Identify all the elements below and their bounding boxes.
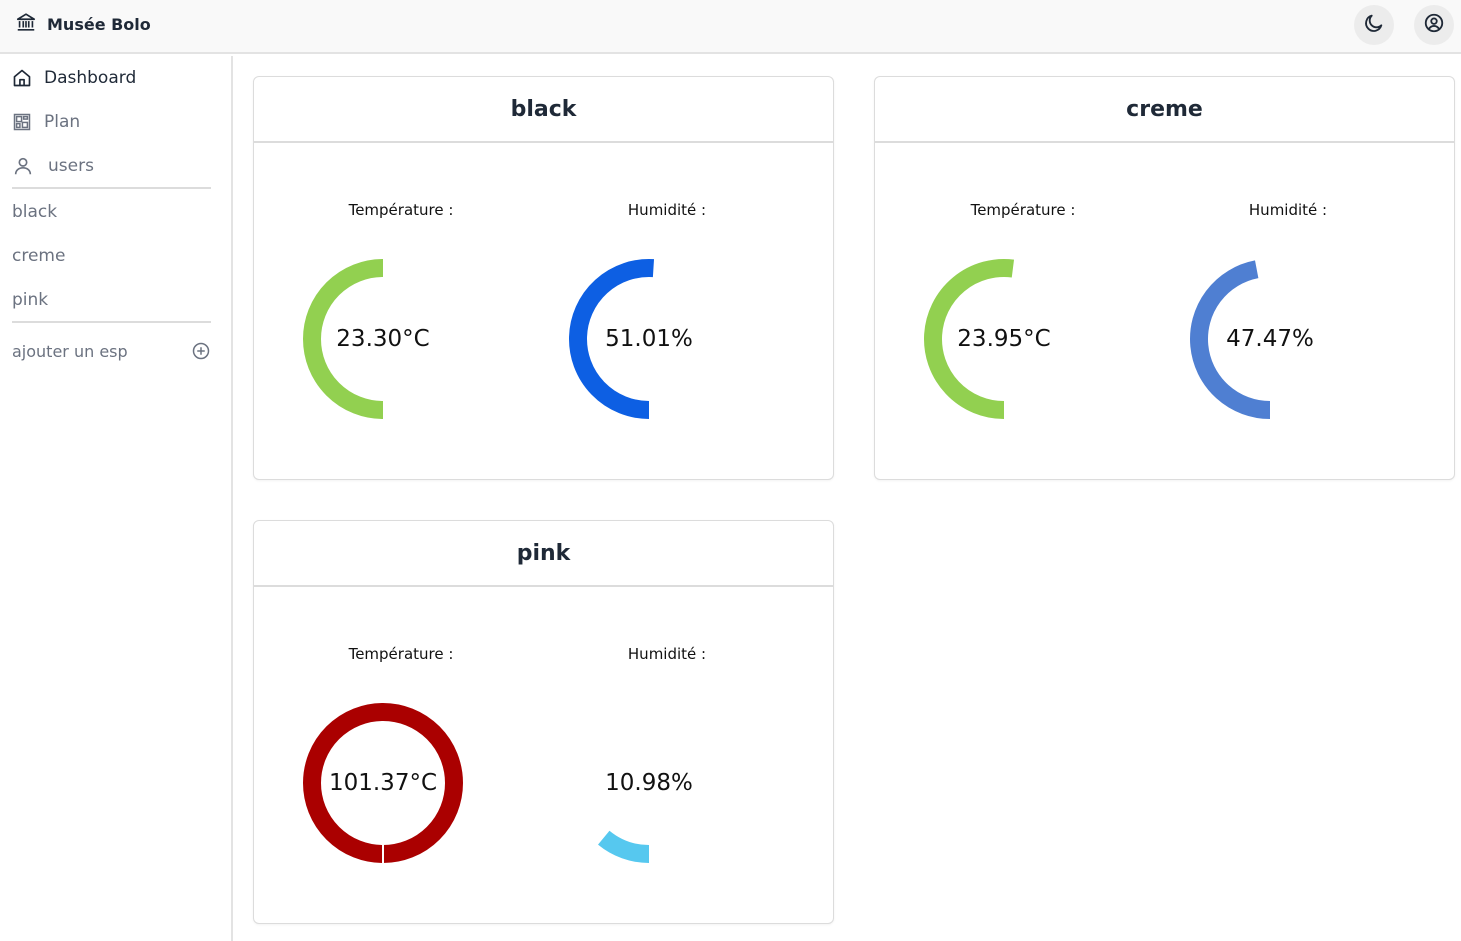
temperature-value: 23.30°C — [336, 326, 430, 352]
add-esp-button[interactable]: ajouter un esp — [12, 338, 211, 364]
sidebar-item-dashboard[interactable]: Dashboard — [12, 63, 136, 93]
museum-icon — [15, 11, 37, 37]
sidebar-item-label: Dashboard — [44, 68, 137, 88]
temperature-gauge: 101.37°C — [302, 702, 464, 864]
card-title: black — [510, 96, 577, 122]
temperature-label: Température : — [348, 645, 454, 663]
sidebar-item-plan[interactable]: Plan — [12, 107, 80, 137]
temperature-label: Température : — [348, 201, 454, 219]
humidity-label: Humidité : — [627, 201, 707, 219]
sidebar-divider — [12, 321, 211, 323]
temperature-label: Température : — [970, 201, 1076, 219]
temperature-gauge: 23.95°C — [923, 258, 1085, 420]
humidity-value: 47.47% — [1226, 326, 1314, 352]
sidebar-item-pink[interactable]: pink — [12, 287, 48, 313]
user-circle-icon — [1423, 12, 1445, 38]
humidity-label: Humidité : — [627, 645, 707, 663]
humidity-gauge: 51.01% — [568, 258, 730, 420]
humidity-value: 10.98% — [605, 770, 693, 796]
sidebar-item-label: Plan — [44, 112, 81, 132]
temperature-value: 23.95°C — [957, 326, 1051, 352]
temperature-gauge: 23.30°C — [302, 258, 464, 420]
moon-icon — [1363, 12, 1385, 38]
floor-plan-icon — [12, 112, 44, 132]
user-icon — [12, 155, 48, 177]
card-header: pink — [254, 521, 833, 587]
top-bar: Musée Bolo — [0, 0, 1461, 54]
card-header: black — [254, 77, 833, 143]
humidity-value: 51.01% — [605, 326, 693, 352]
humidity-gauge: 47.47% — [1189, 258, 1351, 420]
sidebar-item-label: users — [48, 156, 94, 176]
card-title: creme — [1126, 96, 1203, 122]
esp-card-black: black Température : Humidité : 23.30°C 5… — [253, 76, 834, 480]
home-icon — [12, 68, 44, 88]
account-button[interactable] — [1414, 5, 1454, 45]
sidebar-item-black[interactable]: black — [12, 199, 57, 225]
card-title: pink — [516, 540, 571, 566]
app-title: Musée Bolo — [47, 14, 151, 34]
add-esp-label: ajouter un esp — [12, 341, 128, 361]
sidebar-divider — [12, 187, 211, 189]
humidity-gauge: 10.98% — [568, 702, 730, 864]
brand[interactable]: Musée Bolo — [15, 12, 151, 36]
plus-circle-icon — [191, 341, 211, 361]
sidebar-item-creme[interactable]: creme — [12, 243, 65, 269]
card-header: creme — [875, 77, 1454, 143]
esp-card-creme: creme Température : Humidité : 23.95°C 4… — [874, 76, 1455, 480]
sidebar-item-users[interactable]: users — [12, 151, 94, 181]
esp-card-pink: pink Température : Humidité : 101.37°C 1… — [253, 520, 834, 924]
sidebar: Dashboard Plan users black creme pink aj… — [0, 56, 233, 941]
humidity-label: Humidité : — [1248, 201, 1328, 219]
theme-toggle-button[interactable] — [1354, 5, 1394, 45]
temperature-value: 101.37°C — [328, 770, 438, 796]
